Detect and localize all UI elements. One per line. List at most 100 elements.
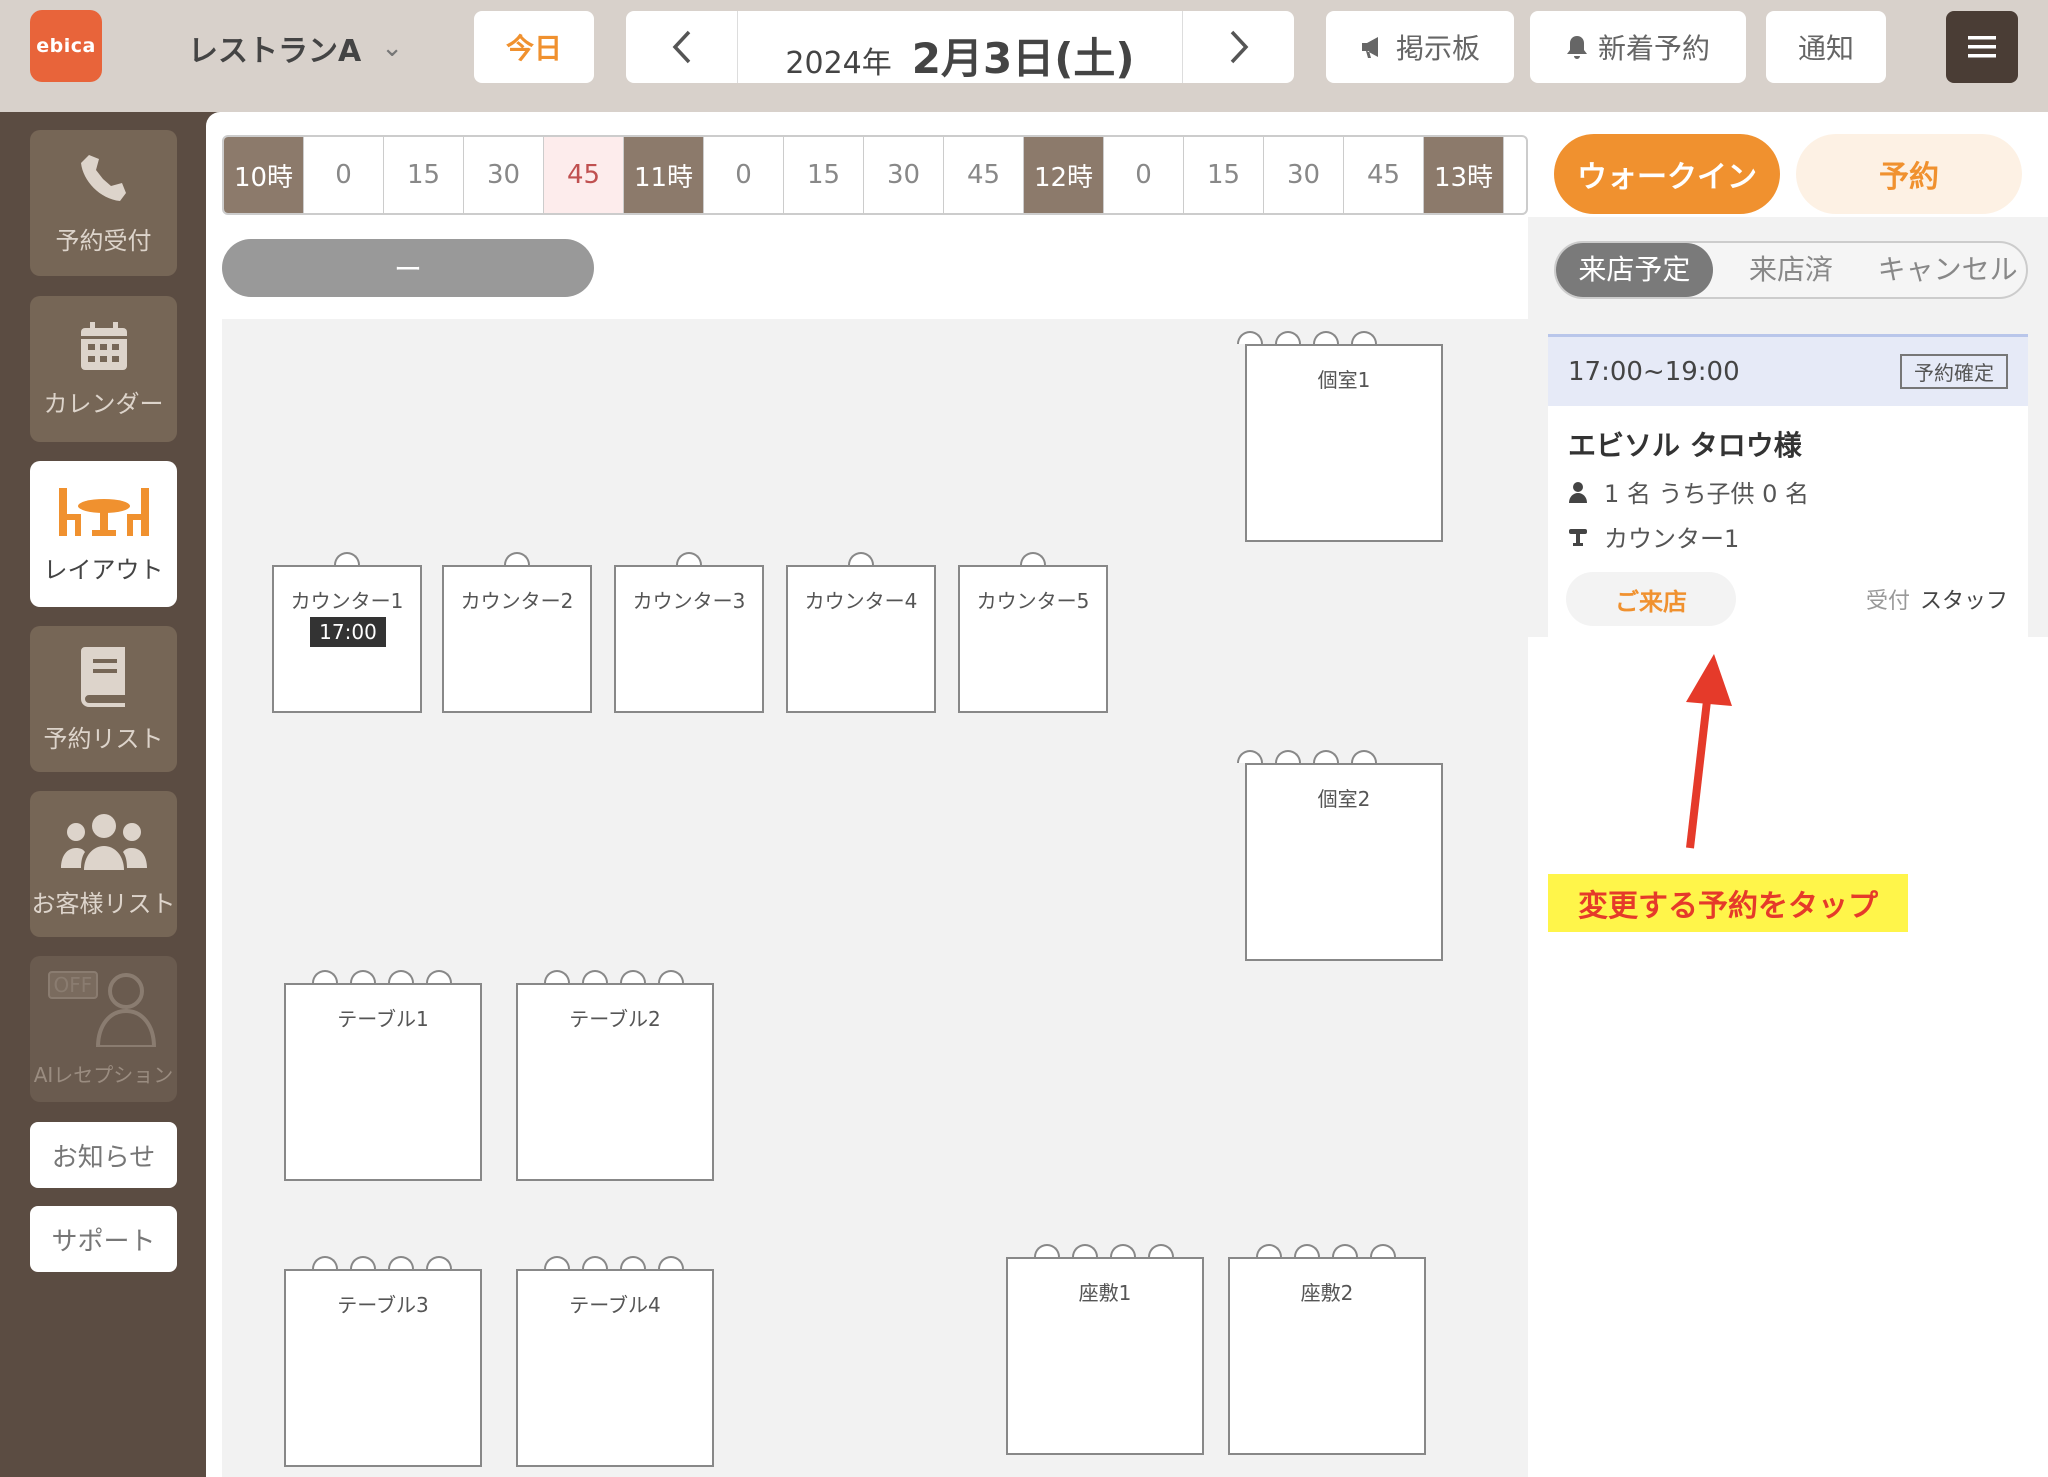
table-table-3[interactable]: テーブル3 (284, 1269, 482, 1467)
store-name: レストランA (188, 34, 362, 69)
time-scale[interactable]: 10時 0 15 30 45 11時 0 15 30 45 12時 0 15 3… (222, 135, 1528, 215)
sidebar-item-ai-reception[interactable]: OFF AIレセプション (30, 956, 177, 1102)
time-cell[interactable]: 0 (1104, 137, 1184, 213)
hamburger-menu-button[interactable] (1946, 11, 2018, 83)
main-area: 10時 0 15 30 45 11時 0 15 30 45 12時 0 15 3… (206, 112, 1528, 1477)
table-table-2[interactable]: テーブル2 (516, 983, 714, 1181)
staff-name: スタッフ (1919, 589, 2008, 614)
table-counter-4[interactable]: カウンター4 (786, 565, 936, 713)
annotation-callout: 変更する予約をタップ (1548, 874, 1908, 932)
ebica-logo[interactable]: ebica (30, 10, 102, 82)
new-reservation-button[interactable]: 新着予約 (1530, 11, 1746, 83)
time-cell[interactable]: 30 (1264, 137, 1344, 213)
date-month-day: 2月3日(土) (911, 34, 1135, 83)
time-cell[interactable]: 0 (704, 137, 784, 213)
chair (1313, 331, 1339, 344)
table-counter-3[interactable]: カウンター3 (614, 565, 764, 713)
reservation-time-badge[interactable]: 17:00 (310, 617, 386, 647)
store-selector[interactable]: レストランA ⌄ (188, 26, 403, 70)
board-label: 掲示板 (1395, 32, 1480, 65)
chair (504, 552, 530, 565)
sidebar: 予約受付 カレンダー レイアウト 予約リスト お客様リスト OFF AIレセプシ… (0, 112, 206, 1477)
chair (312, 1256, 338, 1269)
chair (1294, 1244, 1320, 1257)
table-layout-icon (58, 487, 149, 536)
reservation-card[interactable]: 17:00~19:00 予約確定 エビソル タロウ様 1 名 うち子供 0 名 … (1548, 334, 2028, 654)
tab-visited[interactable]: 来店済 (1713, 243, 1870, 297)
party-size: 1 名 うち子供 0 名 (1604, 480, 1810, 508)
table-private-room-1[interactable]: 個室1 (1245, 344, 1443, 542)
chair (1020, 552, 1046, 565)
table-table-1[interactable]: テーブル1 (284, 983, 482, 1181)
chair (582, 970, 608, 983)
table-counter-2[interactable]: カウンター2 (442, 565, 592, 713)
chair (334, 552, 360, 565)
table-counter-5[interactable]: カウンター5 (958, 565, 1108, 713)
time-cell[interactable]: 0 (304, 137, 384, 213)
time-cell[interactable]: 11時 (624, 137, 704, 213)
board-button[interactable]: 掲示板 (1326, 11, 1514, 83)
news-button[interactable]: お知らせ (30, 1122, 177, 1188)
sidebar-item-reception[interactable]: 予約受付 (30, 130, 177, 276)
table-private-room-2[interactable]: 個室2 (1245, 763, 1443, 961)
time-cell[interactable]: 45 (944, 137, 1024, 213)
seat-name: カウンター1 (1604, 525, 1740, 553)
time-cell[interactable]: 12時 (1024, 137, 1104, 213)
chair (350, 970, 376, 983)
time-cell[interactable]: 15 (1184, 137, 1264, 213)
prev-day-button[interactable] (626, 11, 738, 83)
chair (388, 1256, 414, 1269)
table-label: 座敷1 (1078, 1281, 1132, 1305)
tab-upcoming[interactable]: 来店予定 (1556, 243, 1713, 297)
time-cell[interactable]: 13時 (1424, 137, 1504, 213)
chair (1110, 1244, 1136, 1257)
reservation-time: 17:00~19:00 (1568, 356, 1740, 387)
table-label: カウンター5 (976, 589, 1090, 613)
time-cell[interactable]: 45 (1344, 137, 1424, 213)
table-label: テーブル3 (337, 1293, 429, 1317)
tab-cancelled[interactable]: キャンセル (1869, 243, 2026, 297)
today-button[interactable]: 今日 (474, 11, 594, 83)
chevron-right-icon (1230, 30, 1248, 64)
chevron-down-icon: ⌄ (381, 33, 404, 63)
table-label: カウンター1 (290, 589, 404, 613)
notification-button[interactable]: 通知 (1766, 11, 1886, 83)
time-cell[interactable]: 30 (864, 137, 944, 213)
chair (426, 970, 452, 983)
chair (658, 970, 684, 983)
sidebar-item-label: レイアウト (43, 555, 164, 584)
chair (426, 1256, 452, 1269)
support-button[interactable]: サポート (30, 1206, 177, 1272)
date-year: 2024年 (785, 46, 892, 81)
next-day-button[interactable] (1182, 11, 1294, 83)
sidebar-item-reservation-list[interactable]: 予約リスト (30, 626, 177, 772)
chair (1148, 1244, 1174, 1257)
table-counter-1[interactable]: カウンター1 17:00 (272, 565, 422, 713)
floor-filter-pill[interactable]: ー (222, 239, 594, 297)
walkin-button[interactable]: ウォークイン (1554, 134, 1780, 214)
table-zashiki-1[interactable]: 座敷1 (1006, 1257, 1204, 1455)
reservation-button[interactable]: 予約 (1796, 134, 2022, 214)
sidebar-item-label: AIレセプション (33, 1062, 174, 1087)
table-zashiki-2[interactable]: 座敷2 (1228, 1257, 1426, 1455)
sidebar-item-calendar[interactable]: カレンダー (30, 296, 177, 442)
seat-row: カウンター1 (1548, 509, 2028, 554)
time-cell[interactable]: 30 (464, 137, 544, 213)
phone-icon (80, 154, 126, 201)
time-cell[interactable]: 10時 (224, 137, 304, 213)
time-cell-current[interactable]: 45 (544, 137, 624, 213)
table-table-4[interactable]: テーブル4 (516, 1269, 714, 1467)
time-cell[interactable]: 15 (384, 137, 464, 213)
table-label: カウンター3 (632, 589, 746, 613)
sidebar-item-layout[interactable]: レイアウト (30, 461, 177, 607)
chair (620, 1256, 646, 1269)
sidebar-item-label: 予約リスト (43, 724, 164, 753)
bell-icon (1566, 36, 1587, 59)
hamburger-icon (1968, 36, 1996, 58)
table-label: 個室2 (1317, 787, 1371, 811)
time-cell[interactable]: 15 (784, 137, 864, 213)
sidebar-item-customer-list[interactable]: お客様リスト (30, 791, 177, 937)
chair (1332, 1244, 1358, 1257)
chair (350, 1256, 376, 1269)
check-in-button[interactable]: ご来店 (1566, 572, 1736, 626)
